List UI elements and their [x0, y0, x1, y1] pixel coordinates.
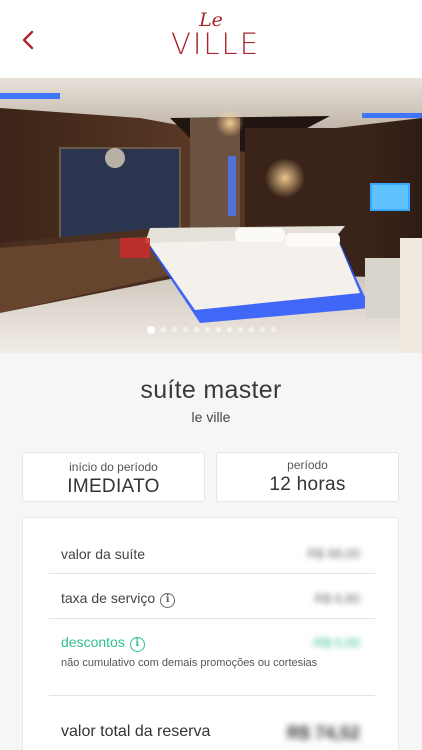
suite-price-label: valor da suíte: [61, 546, 146, 562]
suite-photo: [0, 78, 422, 353]
chevron-left-icon: [22, 30, 34, 50]
suite-photo-carousel[interactable]: [0, 78, 422, 353]
divider: [49, 573, 375, 574]
logo-ville: VILLE: [171, 27, 261, 61]
back-button[interactable]: [14, 26, 44, 56]
carousel-dot[interactable]: [270, 327, 276, 332]
carousel-dot[interactable]: [248, 327, 254, 332]
app-header: Le VILLE: [0, 0, 422, 78]
carousel-dot[interactable]: [259, 327, 265, 332]
suite-name: suíte master: [140, 376, 282, 404]
carousel-dot[interactable]: [182, 327, 188, 332]
carousel-dot[interactable]: [204, 327, 210, 332]
service-fee-label: taxa de serviço i: [61, 590, 176, 608]
period-duration-box[interactable]: período 12 horas: [216, 452, 399, 502]
period-start-box[interactable]: início do período IMEDIATO: [22, 452, 205, 502]
carousel-dot[interactable]: [146, 325, 155, 334]
info-icon[interactable]: i: [160, 593, 176, 608]
hotel-name: le ville: [191, 409, 231, 425]
carousel-indicator: [0, 325, 422, 337]
period-start-value: IMEDIATO: [67, 476, 160, 497]
total-label: valor total da reserva: [61, 723, 211, 740]
period-start-label: início do período: [69, 460, 158, 474]
total-value: R$ 74,52: [286, 723, 360, 743]
carousel-dot[interactable]: [226, 327, 232, 332]
divider: [49, 695, 375, 696]
carousel-dot[interactable]: [215, 327, 221, 332]
discount-label: descontos i: [61, 634, 145, 652]
carousel-dot[interactable]: [160, 327, 166, 332]
brand-logo: Le VILLE: [171, 10, 261, 68]
divider: [49, 618, 375, 619]
price-summary-card: valor da suíte R$ 68,00 taxa de serviço i…: [22, 517, 399, 750]
discount-value: -R$ 0,00: [310, 635, 360, 650]
suite-price-value: R$ 68,00: [307, 546, 360, 561]
discount-note: não cumulativo com demais promoções ou c…: [61, 657, 318, 669]
carousel-dot[interactable]: [193, 327, 199, 332]
carousel-dot[interactable]: [237, 327, 243, 332]
carousel-dot[interactable]: [171, 327, 177, 332]
period-duration-value: 12 horas: [269, 474, 346, 495]
service-fee-value: R$ 6,80: [314, 591, 360, 606]
info-icon[interactable]: i: [129, 637, 145, 652]
discount-text: descontos: [61, 634, 125, 650]
period-duration-label: período: [287, 458, 328, 472]
service-fee-text: taxa de serviço: [61, 590, 156, 606]
